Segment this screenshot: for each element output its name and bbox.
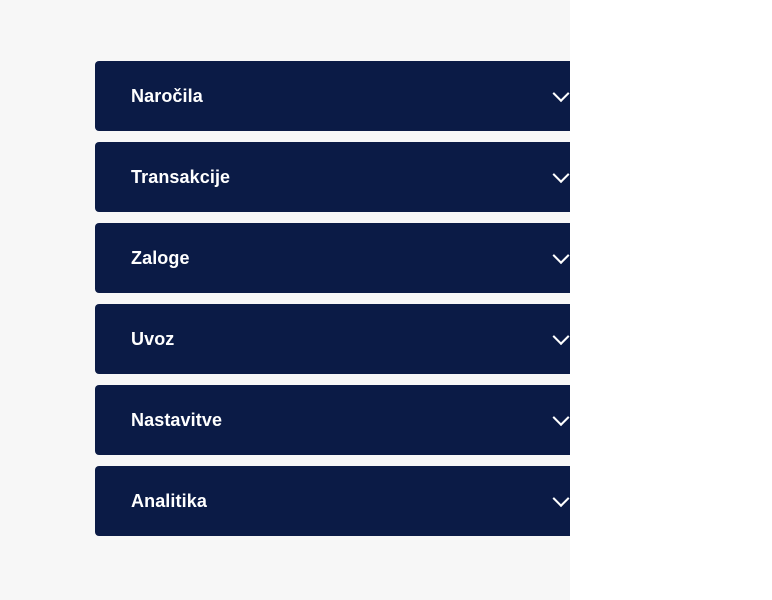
menu-item-zaloge[interactable]: Zaloge xyxy=(95,223,570,293)
menu-item-label: Analitika xyxy=(131,490,207,511)
menu-item-label: Transakcije xyxy=(131,166,231,187)
chevron-down-icon xyxy=(552,85,570,103)
menu-item-transakcije[interactable]: Transakcije xyxy=(95,142,570,212)
menu-item-analitika[interactable]: Analitika xyxy=(95,466,570,536)
chevron-down-icon xyxy=(552,328,570,346)
menu-item-label: Zaloge xyxy=(131,247,190,268)
menu-item-narocila[interactable]: Naročila xyxy=(95,61,570,131)
menu-item-uvoz[interactable]: Uvoz xyxy=(95,304,570,374)
blank-panel xyxy=(570,0,772,600)
chevron-down-icon xyxy=(552,490,570,508)
menu-item-nastavitve[interactable]: Nastavitve xyxy=(95,385,570,455)
navigation-pane: Naročila Transakcije Zaloge Uvoz Nastavi… xyxy=(0,0,570,600)
menu-item-label: Nastavitve xyxy=(131,409,223,430)
accordion-menu: Naročila Transakcije Zaloge Uvoz Nastavi… xyxy=(95,61,570,547)
menu-item-label: Naročila xyxy=(131,85,203,106)
chevron-down-icon xyxy=(552,166,570,184)
menu-item-label: Uvoz xyxy=(131,328,175,349)
app-stage: Naročila Transakcije Zaloge Uvoz Nastavi… xyxy=(0,0,772,600)
chevron-down-icon xyxy=(552,247,570,265)
chevron-down-icon xyxy=(552,409,570,427)
